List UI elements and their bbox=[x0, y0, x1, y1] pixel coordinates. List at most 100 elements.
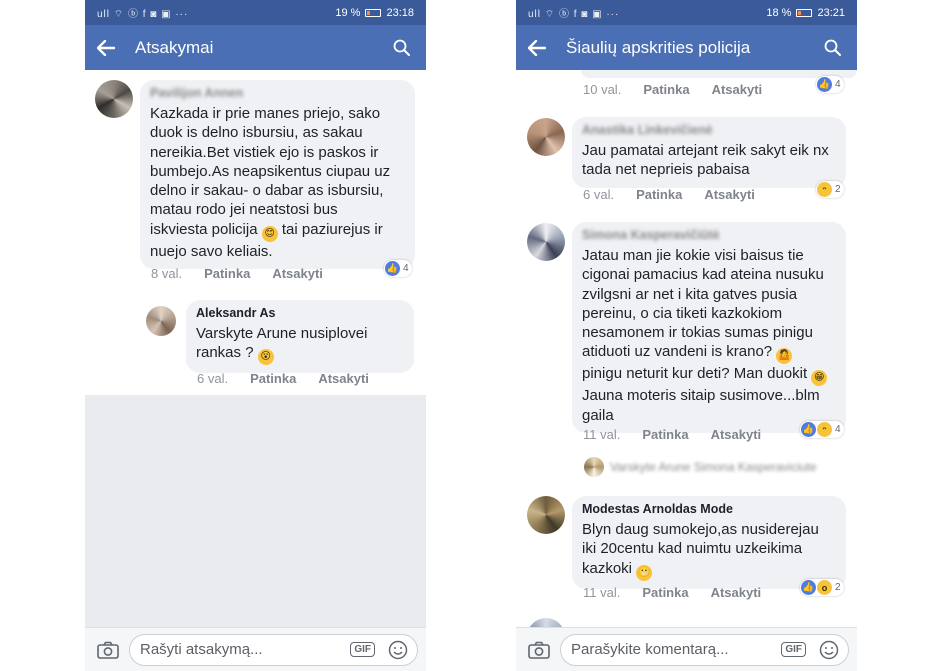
collapsed-reply-preview[interactable]: Varskyte Arune Simona Kasperaviciute bbox=[584, 457, 817, 477]
emoji-button[interactable] bbox=[818, 639, 840, 661]
reaction-count: 2 bbox=[835, 582, 841, 593]
comment-bubble[interactable]: Simona Kasperavičiūtė Jatau man jie koki… bbox=[572, 222, 846, 434]
comment-time: 10 val. bbox=[583, 82, 622, 97]
comment-text-part: Varskyte Arune nusiplovei rankas ? bbox=[196, 325, 368, 362]
reaction-count: 4 bbox=[835, 79, 841, 90]
reaction-summary[interactable]: 👍 ᵔ 4 bbox=[800, 421, 844, 438]
status-bar: ull ⌔ ⓑ f ◙ ▣ ··· 19 % 23:18 bbox=[85, 0, 426, 25]
comment-text: Jatau man jie kokie visi baisus tie cigo… bbox=[582, 246, 834, 425]
comment-author[interactable]: Pavilijon Annen bbox=[150, 86, 403, 101]
reply-link[interactable]: Atsakyti bbox=[711, 585, 762, 600]
reaction-summary[interactable]: 👍 4 bbox=[816, 76, 844, 93]
reaction-count: 2 bbox=[835, 184, 841, 195]
reply-link[interactable]: Atsakyti bbox=[711, 427, 762, 442]
comment-author[interactable]: Anastika Linkevičienė bbox=[582, 123, 834, 138]
comment-author[interactable]: Simona Kasperavičiūtė bbox=[582, 228, 834, 243]
like-link[interactable]: Patinka bbox=[642, 427, 688, 442]
reply-composer: GIF bbox=[85, 627, 426, 671]
reaction-summary[interactable]: 👍 4 bbox=[384, 260, 412, 277]
like-link[interactable]: Patinka bbox=[636, 187, 682, 202]
phone-screen-page-comments: ull ⌔ ⓑ f ◙ ▣ ··· 18 % 23:21 Šiaulių aps… bbox=[516, 0, 857, 671]
status-time: 23:18 bbox=[386, 6, 414, 19]
comment-text-part: Jatau man jie kokie visi baisus tie cigo… bbox=[582, 247, 824, 361]
comment-text: Varskyte Arune nusiplovei rankas ? 😮 bbox=[196, 324, 402, 366]
reaction-summary[interactable]: ᵔ 2 bbox=[816, 181, 844, 198]
like-link[interactable]: Patinka bbox=[643, 82, 689, 97]
camera-icon bbox=[97, 641, 119, 659]
status-icons: ull ⌔ ⓑ f ◙ ▣ ··· bbox=[97, 8, 189, 20]
comment-bubble[interactable]: Aleksandr As Varskyte Arune nusiplovei r… bbox=[186, 300, 414, 374]
reply-link[interactable]: Atsakyti bbox=[318, 371, 369, 386]
battery-icon bbox=[796, 8, 813, 17]
haha-icon: ᵔ bbox=[817, 422, 832, 437]
comment-bubble[interactable]: Modestas Arnoldas Mode Blyn daug sumokej… bbox=[572, 496, 846, 589]
reply-input[interactable] bbox=[140, 641, 351, 658]
empty-area bbox=[85, 395, 426, 627]
camera-icon bbox=[528, 641, 550, 659]
smiling-face-emoji: 😊 bbox=[261, 225, 278, 242]
comment-bubble[interactable]: Pavilijon Annen Kazkada ir prie manes pr… bbox=[140, 80, 415, 270]
comment-meta: 6 val. Patinka Atsakyti bbox=[583, 187, 777, 202]
search-icon bbox=[393, 39, 410, 56]
comment-input-wrapper: GIF bbox=[560, 633, 849, 666]
avatar[interactable] bbox=[527, 496, 565, 534]
status-bar: ull ⌔ ⓑ f ◙ ▣ ··· 18 % 23:21 bbox=[516, 0, 857, 25]
comment-text: Jau pamatai artejant reik sakyt eik nx t… bbox=[582, 142, 829, 179]
avatar bbox=[584, 457, 604, 477]
avatar[interactable] bbox=[146, 306, 176, 336]
search-button[interactable] bbox=[819, 33, 845, 63]
comment-time: 11 val. bbox=[583, 585, 621, 600]
reply-link[interactable]: Atsakyti bbox=[712, 82, 763, 97]
camera-button[interactable] bbox=[93, 635, 123, 665]
phone-screen-replies: ull ⌔ ⓑ f ◙ ▣ ··· 19 % 23:18 Atsakymai P… bbox=[85, 0, 426, 671]
search-button[interactable] bbox=[388, 33, 414, 63]
reaction-summary[interactable]: 👍 o 2 bbox=[800, 579, 844, 596]
battery-level bbox=[798, 10, 801, 15]
camera-button[interactable] bbox=[524, 635, 554, 665]
status-time: 23:21 bbox=[817, 6, 845, 19]
reply-link[interactable]: Atsakyti bbox=[704, 187, 755, 202]
battery-percent: 19 % bbox=[335, 6, 361, 19]
avatar[interactable] bbox=[527, 223, 565, 261]
back-button[interactable] bbox=[97, 32, 129, 64]
comment-text-part: Jauna moteris sitaip susimove...blm gail… bbox=[582, 387, 820, 424]
reply-input-wrapper: GIF bbox=[129, 633, 418, 666]
comment-text-part: Kazkada ir prie manes priejo, sako duok … bbox=[150, 105, 391, 238]
comment-author[interactable]: Modestas Arnoldas Mode bbox=[582, 502, 834, 517]
grin-emoji: 😁 bbox=[811, 370, 828, 387]
comment-meta: 10 val. Patinka Atsakyti bbox=[583, 82, 784, 97]
comment-text: Blyn daug sumokejo,as nusiderejau iki 20… bbox=[582, 520, 834, 581]
comment-author[interactable]: Aleksandr As bbox=[196, 306, 402, 321]
battery-level bbox=[367, 10, 371, 15]
comments-list: 10 val. Patinka Atsakyti 👍 4 Anastika Li… bbox=[516, 70, 857, 627]
shrug-emoji: 🤷 bbox=[776, 348, 793, 365]
like-icon: 👍 bbox=[801, 580, 816, 595]
comment-composer: GIF bbox=[516, 627, 857, 671]
reply-link[interactable]: Atsakyti bbox=[272, 266, 323, 281]
emoji-button[interactable] bbox=[387, 639, 409, 661]
previous-comment-bubble-edge bbox=[581, 70, 857, 78]
comment-bubble[interactable]: Anastika Linkevičienė Jau pamatai arteja… bbox=[572, 117, 846, 188]
comment-meta: 6 val. Patinka Atsakyti bbox=[197, 371, 391, 386]
comment-time: 6 val. bbox=[197, 371, 229, 386]
comment-input[interactable] bbox=[571, 641, 782, 658]
avatar[interactable] bbox=[527, 618, 565, 627]
battery-icon bbox=[365, 8, 382, 17]
like-icon: 👍 bbox=[801, 422, 816, 437]
avatar[interactable] bbox=[527, 118, 565, 156]
like-link[interactable]: Patinka bbox=[250, 371, 296, 386]
gif-button[interactable]: GIF bbox=[781, 642, 806, 657]
avatar[interactable] bbox=[95, 80, 133, 118]
comment-meta: 11 val. Patinka Atsakyti bbox=[583, 585, 783, 600]
gif-button[interactable]: GIF bbox=[350, 642, 375, 657]
like-link[interactable]: Patinka bbox=[642, 585, 688, 600]
back-button[interactable] bbox=[528, 32, 560, 64]
app-bar: Atsakymai bbox=[85, 25, 426, 70]
collapsed-reply-text: Varskyte Arune Simona Kasperaviciute bbox=[610, 460, 817, 474]
like-link[interactable]: Patinka bbox=[204, 266, 250, 281]
smiley-icon bbox=[819, 640, 839, 659]
comment-text-part: pinigu neturit kur deti? Man duokit bbox=[582, 365, 808, 383]
comment-text-part: Blyn daug sumokejo,as nusiderejau iki 20… bbox=[582, 521, 819, 577]
comment-time: 6 val. bbox=[583, 187, 615, 202]
wow-icon: o bbox=[817, 580, 832, 595]
